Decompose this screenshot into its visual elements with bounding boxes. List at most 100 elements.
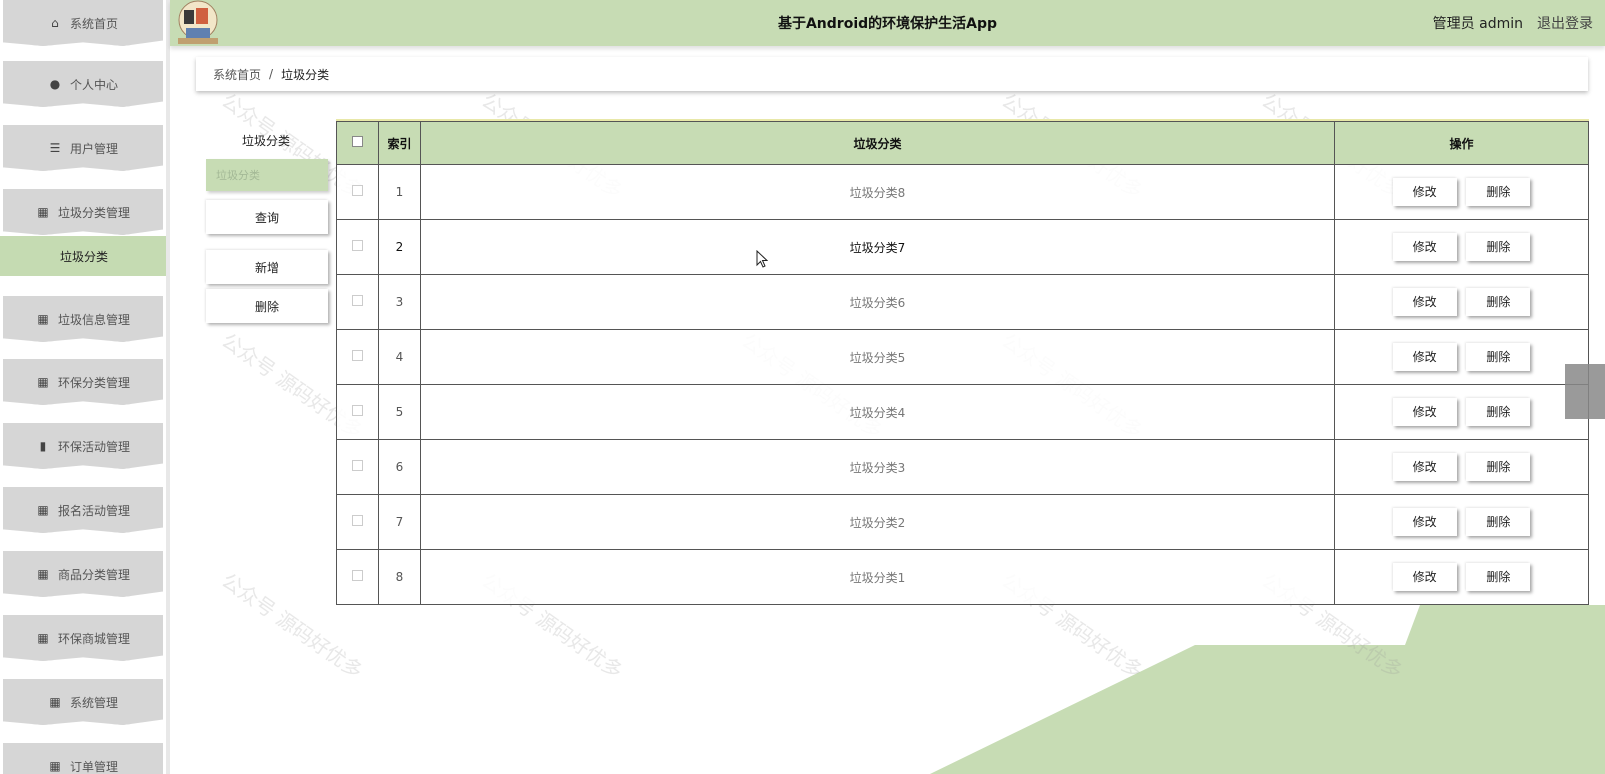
sidebar-item-label: 个人中心 bbox=[69, 77, 118, 92]
sidebar-item-garbage-info[interactable]: ▦ 垃圾信息管理 bbox=[3, 296, 163, 342]
table-header-row: 索引 垃圾分类 操作 bbox=[336, 121, 1589, 165]
sidebar: ⌂ 系统首页 ● 个人中心 ☰ 用户管理 ▦ 垃圾分类管理 垃圾分类 ▦ 垃圾信… bbox=[0, 0, 170, 774]
search-input[interactable] bbox=[206, 159, 328, 191]
row-checkbox[interactable] bbox=[352, 350, 363, 361]
row-category: 垃圾分类1 bbox=[420, 549, 1335, 605]
edit-button[interactable]: 修改 bbox=[1392, 343, 1457, 371]
delete-button[interactable]: 删除 bbox=[1466, 398, 1531, 426]
table-row: 8 垃圾分类1 修改 删除 bbox=[336, 549, 1589, 605]
top-header: 基于Android的环境保护生活App 管理员 admin 退出登录 bbox=[170, 0, 1605, 46]
sidebar-item-label: 垃圾信息管理 bbox=[57, 312, 130, 327]
delete-button[interactable]: 删除 bbox=[1466, 288, 1531, 316]
row-index: 7 bbox=[378, 494, 421, 550]
row-index: 6 bbox=[378, 439, 421, 495]
sidebar-item-users[interactable]: ☰ 用户管理 bbox=[3, 125, 163, 171]
select-all-checkbox[interactable] bbox=[352, 136, 363, 147]
column-header-category: 垃圾分类 bbox=[420, 121, 1335, 165]
logout-link[interactable]: 退出登录 bbox=[1537, 13, 1593, 33]
row-checkbox[interactable] bbox=[352, 405, 363, 416]
row-checkbox[interactable] bbox=[352, 295, 363, 306]
sidebar-item-eco-activity[interactable]: ▮ 环保活动管理 bbox=[3, 423, 163, 469]
sidebar-item-label: 环保分类管理 bbox=[57, 375, 130, 390]
row-index: 2 bbox=[378, 219, 421, 275]
row-category: 垃圾分类6 bbox=[420, 274, 1335, 330]
row-checkbox[interactable] bbox=[352, 240, 363, 251]
side-float-tab[interactable] bbox=[1565, 364, 1605, 419]
grid-icon: ▦ bbox=[37, 375, 49, 389]
row-actions: 修改 删除 bbox=[1334, 384, 1589, 440]
row-checkbox[interactable] bbox=[352, 570, 363, 581]
batch-delete-button[interactable]: 删除 bbox=[206, 289, 328, 323]
sidebar-subitem-garbage-category[interactable]: 垃圾分类 bbox=[0, 236, 166, 276]
row-category: 垃圾分类3 bbox=[420, 439, 1335, 495]
edit-button[interactable]: 修改 bbox=[1392, 508, 1457, 536]
row-checkbox-cell bbox=[336, 329, 379, 385]
sidebar-item-orders[interactable]: ▦ 订单管理 bbox=[3, 743, 163, 774]
user-info: 管理员 admin bbox=[1432, 16, 1523, 32]
table-row: 7 垃圾分类2 修改 删除 bbox=[336, 494, 1589, 550]
table-row: 1 垃圾分类8 修改 删除 bbox=[336, 164, 1589, 220]
list-icon: ☰ bbox=[49, 141, 61, 155]
sidebar-item-garbage-category[interactable]: ▦ 垃圾分类管理 bbox=[3, 189, 163, 235]
mouse-cursor-icon bbox=[756, 250, 768, 268]
sidebar-item-label: 用户管理 bbox=[69, 141, 118, 156]
edit-button[interactable]: 修改 bbox=[1392, 178, 1457, 206]
row-category: 垃圾分类2 bbox=[420, 494, 1335, 550]
row-actions: 修改 删除 bbox=[1334, 329, 1589, 385]
row-category: 垃圾分类5 bbox=[420, 329, 1335, 385]
sidebar-item-label: 系统管理 bbox=[69, 695, 118, 710]
row-checkbox-cell bbox=[336, 494, 379, 550]
table-row: 4 垃圾分类5 修改 删除 bbox=[336, 329, 1589, 385]
sidebar-item-label: 报名活动管理 bbox=[57, 503, 130, 518]
row-index: 8 bbox=[378, 549, 421, 605]
grid-icon: ▦ bbox=[49, 759, 61, 773]
row-category: 垃圾分类7 bbox=[420, 219, 1335, 275]
delete-button[interactable]: 删除 bbox=[1466, 453, 1531, 481]
table-row: 6 垃圾分类3 修改 删除 bbox=[336, 439, 1589, 495]
delete-button[interactable]: 删除 bbox=[1466, 563, 1531, 591]
sidebar-item-eco-category[interactable]: ▦ 环保分类管理 bbox=[3, 359, 163, 405]
column-header-actions: 操作 bbox=[1334, 121, 1589, 165]
sidebar-item-eco-mall[interactable]: ▦ 环保商城管理 bbox=[3, 615, 163, 661]
search-label: 垃圾分类 bbox=[241, 134, 290, 148]
query-button[interactable]: 查询 bbox=[206, 200, 328, 234]
edit-button[interactable]: 修改 bbox=[1392, 288, 1457, 316]
row-checkbox[interactable] bbox=[352, 515, 363, 526]
grid-icon: ▦ bbox=[37, 503, 49, 517]
sidebar-item-registration[interactable]: ▦ 报名活动管理 bbox=[3, 487, 163, 533]
delete-button[interactable]: 删除 bbox=[1466, 178, 1531, 206]
add-button[interactable]: 新增 bbox=[206, 250, 328, 284]
edit-button[interactable]: 修改 bbox=[1392, 233, 1457, 261]
row-actions: 修改 删除 bbox=[1334, 219, 1589, 275]
breadcrumb: 系统首页 / 垃圾分类 bbox=[196, 57, 1588, 91]
sidebar-item-system[interactable]: ▦ 系统管理 bbox=[3, 679, 163, 725]
delete-button[interactable]: 删除 bbox=[1466, 508, 1531, 536]
edit-button[interactable]: 修改 bbox=[1392, 398, 1457, 426]
row-category: 垃圾分类8 bbox=[420, 164, 1335, 220]
row-index: 1 bbox=[378, 164, 421, 220]
row-actions: 修改 删除 bbox=[1334, 164, 1589, 220]
grid-icon: ▦ bbox=[37, 567, 49, 581]
book-icon: ▮ bbox=[39, 439, 47, 453]
sidebar-item-home[interactable]: ⌂ 系统首页 bbox=[3, 0, 163, 46]
sidebar-item-label: 系统首页 bbox=[69, 16, 118, 31]
edit-button[interactable]: 修改 bbox=[1392, 563, 1457, 591]
sidebar-subitem-label: 垃圾分类 bbox=[60, 249, 109, 264]
row-actions: 修改 删除 bbox=[1334, 274, 1589, 330]
sidebar-item-label: 垃圾分类管理 bbox=[57, 205, 130, 220]
row-checkbox-cell bbox=[336, 549, 379, 605]
breadcrumb-current: 垃圾分类 bbox=[281, 67, 330, 82]
home-icon: ⌂ bbox=[51, 16, 59, 30]
row-checkbox[interactable] bbox=[352, 460, 363, 471]
row-checkbox-cell bbox=[336, 219, 379, 275]
delete-button[interactable]: 删除 bbox=[1466, 343, 1531, 371]
sidebar-item-profile[interactable]: ● 个人中心 bbox=[3, 61, 163, 107]
row-checkbox-cell bbox=[336, 164, 379, 220]
breadcrumb-home[interactable]: 系统首页 bbox=[213, 66, 261, 83]
table-row: 2 垃圾分类7 修改 删除 bbox=[336, 219, 1589, 275]
row-checkbox[interactable] bbox=[352, 185, 363, 196]
column-header-index: 索引 bbox=[378, 121, 421, 165]
delete-button[interactable]: 删除 bbox=[1466, 233, 1531, 261]
sidebar-item-product-category[interactable]: ▦ 商品分类管理 bbox=[3, 551, 163, 597]
edit-button[interactable]: 修改 bbox=[1392, 453, 1457, 481]
